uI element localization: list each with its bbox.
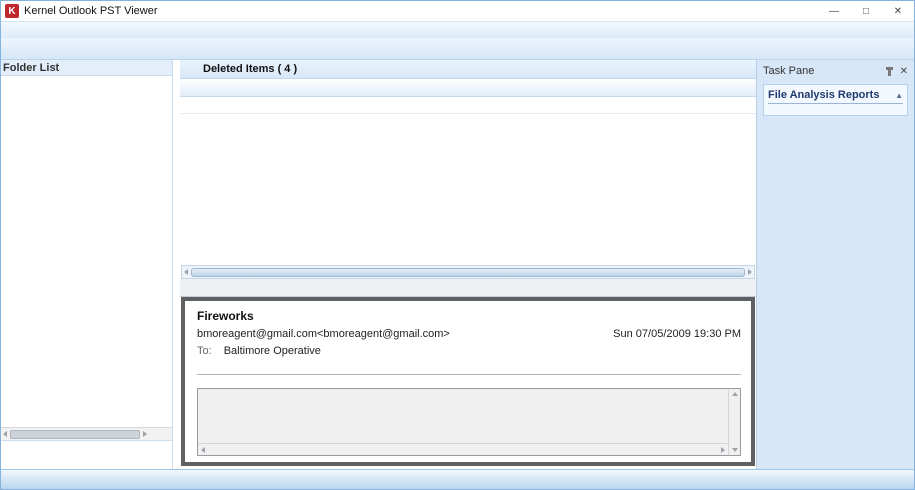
view-tab-bar [180,279,756,297]
scroll-thumb[interactable] [10,430,140,439]
task-pane: Task Pane ✕ File Analysis Reports ▲ [756,60,914,469]
app-logo-icon: K [5,4,19,18]
list-title: Deleted Items ( 4 ) [203,63,297,75]
scroll-down-icon[interactable] [732,448,738,452]
reports-section-title: File Analysis Reports [768,89,895,101]
outlook-shortcut-bar [1,440,172,469]
window-title: Kernel Outlook PST Viewer [24,5,158,17]
menu-bar [1,21,914,38]
title-bar: K Kernel Outlook PST Viewer — □ ✕ [1,1,914,21]
scroll-left-icon[interactable] [3,431,7,437]
list-empty-space [180,114,756,265]
preview-to-label: To: [197,345,212,357]
main-toolbar [1,38,914,60]
scroll-left-icon[interactable] [184,269,188,275]
folder-list-header: Folder List [1,60,172,76]
scroll-right-icon[interactable] [721,447,725,453]
preview-date: Sun 07/05/2009 19:30 PM [613,328,741,340]
app-window: K Kernel Outlook PST Viewer — □ ✕ Folder… [0,0,915,490]
scroll-up-icon[interactable] [732,392,738,396]
grid-filter-row [180,97,756,114]
preview-to: Baltimore Operative [224,345,321,357]
panel-splitter[interactable] [173,60,180,469]
folder-tree-hscrollbar[interactable] [1,427,172,440]
body-vscrollbar[interactable] [728,389,740,455]
preview-divider [197,374,741,375]
close-button[interactable]: ✕ [882,1,914,21]
content-area: Folder List Deleted Items ( 4 ) [1,60,914,469]
preview-body-box [197,388,741,456]
folder-list-panel: Folder List [1,60,173,469]
status-bar [1,469,914,489]
message-list-hscrollbar[interactable] [181,265,755,279]
grid-header-row [180,79,756,97]
file-analysis-reports-card: File Analysis Reports ▲ [763,84,908,116]
minimize-button[interactable]: — [818,1,850,21]
scroll-left-icon[interactable] [201,447,205,453]
pin-icon[interactable] [888,67,891,76]
folder-tree [1,76,172,427]
task-pane-title: Task Pane [763,65,888,77]
message-list-toolbar: Deleted Items ( 4 ) [180,60,756,79]
scroll-right-icon[interactable] [748,269,752,275]
task-pane-close-icon[interactable]: ✕ [900,66,908,77]
message-preview-pane: Fireworks bmoreagent@gmail.com<bmoreagen… [181,297,755,466]
collapse-icon[interactable]: ▲ [895,91,903,100]
scroll-right-icon[interactable] [143,431,147,437]
message-area: Deleted Items ( 4 ) Fireworks bmoreagent… [180,60,756,469]
scroll-thumb[interactable] [191,268,745,277]
preview-from: bmoreagent@gmail.com<bmoreagent@gmail.co… [197,328,450,340]
preview-subject: Fireworks [197,309,741,323]
body-hscrollbar[interactable] [198,443,728,455]
maximize-button[interactable]: □ [850,1,882,21]
preview-body-text [198,389,728,443]
